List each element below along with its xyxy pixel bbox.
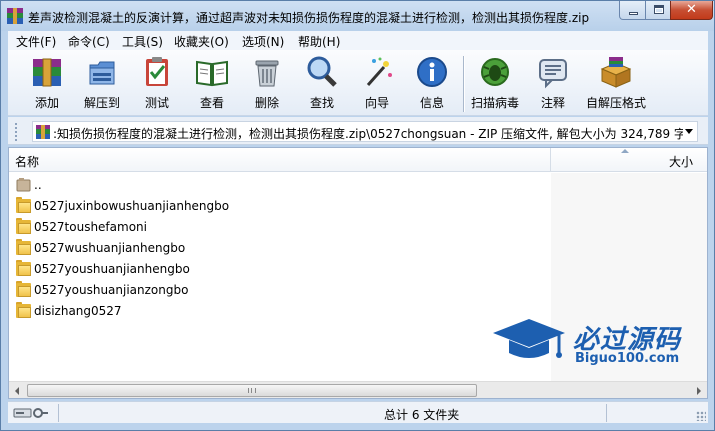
list-item[interactable]: 0527youshuanjianzongbo: [9, 280, 549, 301]
parent-folder-icon: [16, 178, 31, 192]
add-archive-icon: [33, 58, 61, 87]
status-divider: [606, 404, 607, 422]
scrollbar-thumb[interactable]: [27, 384, 477, 397]
list-item-name: 0527toushefamoni: [34, 220, 147, 234]
folder-icon: [16, 302, 31, 318]
folder-icon: [16, 239, 31, 255]
scroll-left-icon[interactable]: [15, 387, 19, 395]
virus-scan-icon: [481, 58, 509, 86]
toolbar: 添加 解压到 测试 查看 删除 查找 向导 信息 扫描病毒 注释 自解压格式: [8, 50, 708, 116]
close-button[interactable]: ✕: [670, 1, 713, 20]
list-header: 名称 大小: [9, 148, 707, 172]
chevron-down-icon[interactable]: [685, 129, 693, 134]
find-magnifier-icon: [307, 56, 337, 87]
view-book-icon: [196, 60, 228, 87]
add-label: 添加: [34, 96, 59, 110]
folder-icon: [16, 281, 31, 297]
list-item-name: 0527wushuanjianhengbo: [34, 241, 186, 255]
test-archive-icon: [146, 57, 168, 86]
find-button[interactable]: 查找: [294, 52, 350, 114]
sfx-label: 自解压格式: [585, 96, 646, 110]
maximize-icon: [654, 5, 664, 14]
wizard-label: 向导: [364, 96, 389, 110]
winrar-app-icon: [7, 8, 23, 24]
grip-icon: [248, 388, 256, 393]
list-item[interactable]: 0527wushuanjianhengbo: [9, 238, 549, 259]
address-grip[interactable]: [15, 123, 19, 141]
address-bar: :知损伤损伤程度的混凝土进行检测，检测出其损伤程度.zip\0527chongs…: [8, 117, 708, 145]
title-bar[interactable]: 差声波检测混凝土的反演计算，通过超声波对未知损伤损伤程度的混凝土进行检测，检测出…: [1, 1, 714, 31]
delete-button[interactable]: 删除: [239, 52, 295, 114]
test-button[interactable]: 测试: [129, 52, 185, 114]
drive-key-icon: [13, 408, 48, 418]
info-label: 信息: [419, 96, 444, 110]
test-label: 测试: [144, 96, 169, 110]
menu-tools[interactable]: 工具(S): [122, 33, 163, 50]
sfx-box-icon: [600, 57, 632, 88]
address-combobox[interactable]: :知损伤损伤程度的混凝土进行检测，检测出其损伤程度.zip\0527chongs…: [32, 121, 698, 142]
winrar-window: 差声波检测混凝土的反演计算，通过超声波对未知损伤损伤程度的混凝土进行检测，检测出…: [0, 0, 715, 431]
view-label: 查看: [199, 96, 224, 110]
comment-label: 注释: [540, 96, 565, 110]
list-item[interactable]: 0527toushefamoni: [9, 217, 549, 238]
watermark: 必过源码 Biguo100.com: [489, 315, 699, 375]
status-divider: [58, 404, 59, 422]
delete-label: 删除: [254, 96, 279, 110]
menu-help[interactable]: 帮助(H): [298, 33, 340, 50]
menu-commands[interactable]: 命令(C): [68, 33, 110, 50]
view-button[interactable]: 查看: [184, 52, 240, 114]
list-item[interactable]: disizhang0527: [9, 301, 549, 322]
extract-to-label: 解压到: [83, 96, 120, 110]
status-bar: 总计 6 文件夹: [8, 401, 708, 423]
add-button[interactable]: 添加: [19, 52, 75, 114]
horizontal-scrollbar[interactable]: [9, 381, 707, 398]
virus-scan-button[interactable]: 扫描病毒: [467, 52, 523, 114]
extract-to-button[interactable]: 解压到: [74, 52, 130, 114]
list-item-name: 0527juxinbowushuanjianhengbo: [34, 199, 230, 213]
menu-favorites[interactable]: 收藏夹(O): [174, 33, 229, 50]
sfx-button[interactable]: 自解压格式: [586, 52, 646, 114]
window-title: 差声波检测混凝土的反演计算，通过超声波对未知损伤损伤程度的混凝土进行检测，检测出…: [28, 11, 590, 25]
list-item[interactable]: 0527juxinbowushuanjianhengbo: [9, 196, 549, 217]
folder-icon: [16, 218, 31, 234]
minimize-icon: [629, 12, 638, 15]
virus-scan-label: 扫描病毒: [470, 96, 519, 110]
zip-archive-icon: [36, 125, 50, 139]
watermark-url: Biguo100.com: [575, 351, 680, 366]
list-item-parent[interactable]: ..: [9, 175, 549, 196]
close-icon: ✕: [686, 2, 697, 17]
folder-icon: [16, 260, 31, 276]
wizard-wand-icon: [366, 57, 392, 86]
menu-bar: 文件(F) 命令(C) 工具(S) 收藏夹(O) 选项(N) 帮助(H): [8, 31, 708, 50]
list-item-name: 0527youshuanjianhengbo: [34, 262, 190, 276]
maximize-button[interactable]: [645, 1, 671, 20]
list-item-name: 0527youshuanjianzongbo: [34, 283, 189, 297]
list-item[interactable]: 0527youshuanjianhengbo: [9, 259, 549, 280]
column-divider[interactable]: [550, 148, 551, 172]
sort-ascending-icon: [621, 149, 629, 153]
folder-icon: [16, 197, 31, 213]
info-icon: [417, 57, 447, 87]
scroll-right-icon[interactable]: [697, 387, 701, 395]
find-label: 查找: [309, 96, 334, 110]
list-item-name: ..: [34, 178, 42, 192]
list-item-name: disizhang0527: [34, 304, 122, 318]
comment-icon: [539, 59, 567, 89]
menu-file[interactable]: 文件(F): [16, 33, 56, 50]
comment-button[interactable]: 注释: [525, 52, 581, 114]
address-path: :知损伤损伤程度的混凝土进行检测，检测出其损伤程度.zip\0527chongs…: [53, 127, 683, 141]
extract-to-icon: [89, 61, 115, 85]
delete-trash-icon: [255, 60, 279, 87]
wizard-button[interactable]: 向导: [349, 52, 405, 114]
graduation-cap-icon: [493, 319, 565, 358]
status-summary: 总计 6 文件夹: [384, 408, 460, 422]
resize-grip-icon[interactable]: [696, 411, 706, 421]
menu-options[interactable]: 选项(N): [242, 33, 284, 50]
info-button[interactable]: 信息: [404, 52, 460, 114]
column-header-name[interactable]: 名称: [15, 153, 39, 170]
minimize-button[interactable]: [619, 1, 646, 20]
column-header-size[interactable]: 大小: [669, 153, 693, 170]
